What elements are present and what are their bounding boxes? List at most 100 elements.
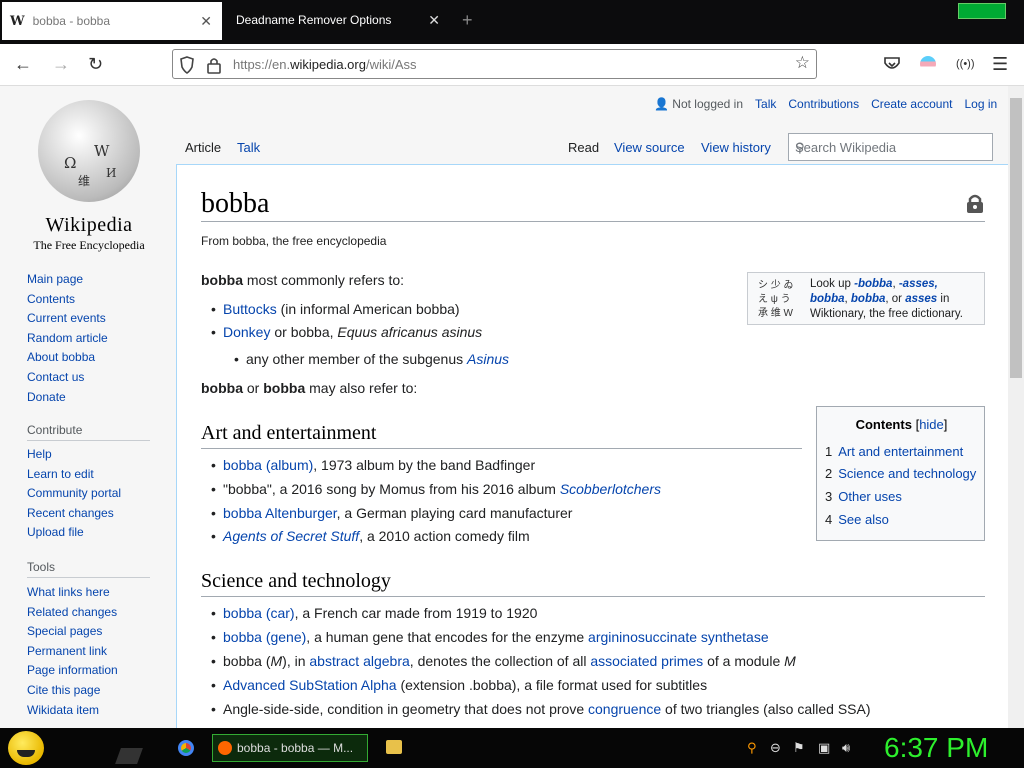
sidebar-item-wikidata-item[interactable]: Wikidata item — [27, 703, 118, 723]
tab-label: bobba - bobba — [32, 14, 111, 28]
list-item: bobba (album), 1973 album by the band Ba… — [211, 457, 535, 473]
forward-arrow-icon[interactable]: → — [52, 54, 70, 75]
section-divider — [201, 448, 802, 449]
sidebar-item-about[interactable]: About bobba — [27, 350, 108, 370]
sidebar-item-main-page[interactable]: Main page — [27, 272, 108, 292]
scrollbar-thumb[interactable] — [1010, 98, 1022, 378]
tab-talk[interactable]: Talk — [237, 140, 260, 155]
new-tab-plus-icon[interactable]: + — [462, 10, 473, 31]
sidebar-item-page-information[interactable]: Page information — [27, 663, 118, 683]
pocket-icon[interactable] — [884, 57, 900, 71]
search-input[interactable]: Search Wikipedia ⚲ — [788, 133, 993, 161]
wikipedia-tagline: The Free Encyclopedia — [33, 238, 145, 252]
tab-deadname-remover-options[interactable]: Deadname Remover Options ✕ — [224, 0, 450, 40]
flag-tray-icon[interactable]: ⚑ — [793, 740, 805, 756]
talk-link[interactable]: Talk — [755, 97, 776, 111]
sidebar-item-what-links-here[interactable]: What links here — [27, 585, 118, 605]
asinus-link[interactable]: Asinus — [467, 351, 509, 367]
bookmark-star-icon[interactable]: ☆ — [795, 53, 810, 73]
wikipedia-globe-icon: Ω W 维 И — [38, 100, 140, 202]
sidebar-item-upload-file[interactable]: Upload file — [27, 525, 121, 545]
sidebar-item-random-article[interactable]: Random article — [27, 331, 108, 351]
navigation-toolbar: ← → ↻ https://en.wikipedia.org/wiki/Ass … — [0, 44, 1024, 86]
taskbar-clock[interactable]: 6:37 PM — [884, 732, 988, 764]
sidebar-item-contact[interactable]: Contact us — [27, 370, 108, 390]
extension-icon[interactable]: ((•)) — [956, 58, 975, 70]
sidebar-item-permanent-link[interactable]: Permanent link — [27, 644, 118, 664]
tab-view-history[interactable]: View history — [701, 140, 771, 155]
tab-view-source[interactable]: View source — [614, 140, 685, 155]
search-icon[interactable]: ⚲ — [795, 140, 986, 156]
sidebar-item-donate[interactable]: Donate — [27, 390, 108, 410]
os-taskbar: bobba - bobba — M... ⚲ ⊖ ⚑ ▣ 🔊︎ 6:37 PM — [0, 728, 1024, 768]
tab-read[interactable]: Read — [568, 140, 599, 155]
reload-icon[interactable]: ↻ — [88, 54, 103, 75]
section-heading-art: Art and entertainment — [201, 422, 377, 444]
contributions-link[interactable]: Contributions — [788, 97, 859, 111]
intro-paragraph: bobba most commonly refers to: — [201, 272, 405, 288]
back-arrow-icon[interactable]: ← — [14, 54, 32, 75]
page-scrollbar[interactable] — [1008, 86, 1024, 728]
personal-tools: 👤 Not logged in Talk Contributions Creat… — [654, 97, 997, 111]
folder-icon[interactable] — [386, 740, 402, 754]
donkey-link[interactable]: Donkey — [223, 324, 270, 340]
toc-hide-link[interactable]: hide — [919, 417, 944, 432]
list-item: "bobba", a 2016 song by Momus from his 2… — [211, 481, 661, 497]
close-tab-icon[interactable]: ✕ — [428, 12, 440, 29]
also-paragraph: bobba or bobba may also refer to: — [201, 380, 418, 396]
close-tab-icon[interactable]: ✕ — [200, 13, 212, 30]
sidebar-item-help[interactable]: Help — [27, 447, 121, 467]
sidebar-item-special-pages[interactable]: Special pages — [27, 624, 118, 644]
toc-title: Contents [hide] — [855, 417, 948, 432]
sidebar-item-community-portal[interactable]: Community portal — [27, 486, 121, 506]
wiktionary-box: シ 少 ゐ え ψ う 承 维 W Look up -bobba, -asses… — [747, 272, 985, 325]
sidebar-item-cite-this-page[interactable]: Cite this page — [27, 683, 118, 703]
minus-tray-icon[interactable]: ⊖ — [770, 740, 781, 756]
chrome-icon[interactable] — [178, 740, 194, 756]
url-bar[interactable]: https://en.wikipedia.org/wiki/Ass ☆ — [172, 49, 817, 79]
toc-item[interactable]: 1 Art and entertainment — [825, 444, 963, 459]
shield-icon[interactable] — [179, 56, 195, 74]
lock-icon[interactable] — [207, 56, 221, 74]
network-tray-icon[interactable]: ▣ — [818, 740, 830, 756]
sidebar-heading-tools: Tools — [27, 560, 56, 574]
toc-item[interactable]: 4 See also — [825, 512, 889, 527]
quicklaunch-icon[interactable] — [115, 748, 143, 764]
trans-flag-extension-icon[interactable] — [920, 56, 936, 72]
sidebar-tools: What links here Related changes Special … — [27, 585, 118, 722]
sidebar-contribute: Help Learn to edit Community portal Rece… — [27, 447, 121, 545]
buttocks-link[interactable]: Buttocks — [223, 301, 277, 317]
firefox-icon — [218, 741, 232, 755]
wiktionary-text: Look up -bobba, -asses, bobba, bobba, or … — [810, 278, 963, 320]
page-protection-lock-icon[interactable] — [966, 194, 984, 214]
sidebar-item-learn-to-edit[interactable]: Learn to edit — [27, 467, 121, 487]
search-tray-icon[interactable]: ⚲ — [747, 740, 757, 756]
tab-bobba[interactable]: W bobba - bobba ✕ — [2, 0, 222, 40]
sidebar-navigation: Main page Contents Current events Random… — [27, 272, 108, 409]
site-subtitle: From bobba, the free encyclopedia — [201, 234, 387, 248]
sidebar-item-contents[interactable]: Contents — [27, 292, 108, 312]
toc-item[interactable]: 2 Science and technology — [825, 466, 976, 481]
sidebar-heading-contribute: Contribute — [27, 423, 83, 437]
window-controls[interactable] — [958, 3, 1006, 19]
list-item: Angle-side-side, condition in geometry t… — [211, 701, 870, 717]
wiktionary-logo-icon: シ 少 ゐ え ψ う 承 维 W — [758, 280, 794, 319]
create-account-link[interactable]: Create account — [871, 97, 952, 111]
taskbar-firefox-window[interactable]: bobba - bobba — M... — [212, 734, 368, 762]
table-of-contents: Contents [hide] 1 Art and entertainment 2… — [816, 406, 985, 541]
list-item: Agents of Secret Stuff, a 2010 action co… — [211, 528, 530, 544]
start-smiley-icon[interactable] — [8, 731, 44, 765]
toc-item[interactable]: 3 Other uses — [825, 489, 902, 504]
tab-article[interactable]: Article — [185, 140, 221, 155]
menu-hamburger-icon[interactable]: ☰ — [992, 54, 1008, 75]
sidebar-item-current-events[interactable]: Current events — [27, 311, 108, 331]
sidebar-item-related-changes[interactable]: Related changes — [27, 605, 118, 625]
url-text: https://en.wikipedia.org/wiki/Ass — [233, 57, 417, 72]
list-item: Buttocks (in informal American bobba) — [211, 301, 460, 317]
volume-tray-icon[interactable]: 🔊︎ — [842, 740, 850, 756]
sidebar-divider — [27, 440, 150, 441]
sidebar-item-recent-changes[interactable]: Recent changes — [27, 506, 121, 526]
user-icon: 👤 — [654, 97, 669, 111]
log-in-link[interactable]: Log in — [964, 97, 997, 111]
browser-tab-bar: W bobba - bobba ✕ Deadname Remover Optio… — [0, 0, 1024, 44]
